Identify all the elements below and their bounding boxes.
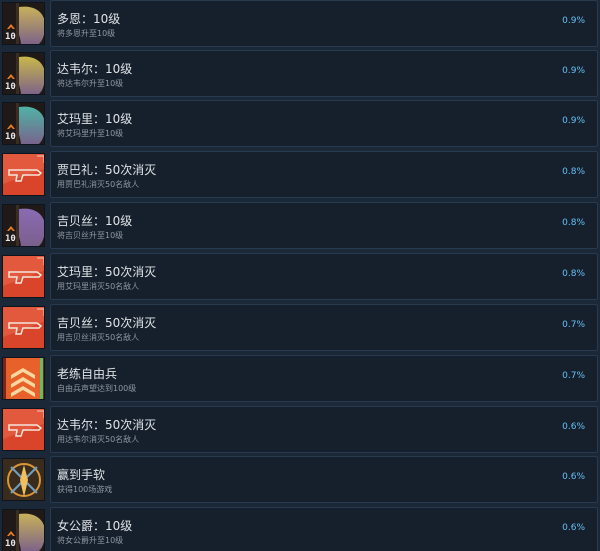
achievement-description: 将多恩升至10级 bbox=[57, 29, 116, 38]
achievement-description: 将达韦尔升至10级 bbox=[57, 79, 124, 88]
achievement-info: 艾玛里：10级将艾玛里升至10级 0.9% bbox=[50, 100, 598, 147]
level-icon: 10 bbox=[2, 52, 45, 95]
achievement-row[interactable]: 达韦尔：50次消灭用达韦尔消灭50名敌人 0.6% bbox=[0, 406, 600, 453]
achievement-row[interactable]: 10 达韦尔：10级将达韦尔升至10级 0.9% bbox=[0, 50, 600, 97]
achievement-description: 用艾玛里消灭50名敌人 bbox=[57, 282, 140, 291]
achievement-description: 用达韦尔消灭50名敌人 bbox=[57, 435, 140, 444]
unlock-percentage: 0.6% bbox=[562, 472, 585, 482]
achievement-description: 获得100场游戏 bbox=[57, 485, 113, 494]
achievement-info: 吉贝丝：10级将吉贝丝升至10级 0.8% bbox=[50, 202, 598, 249]
achievement-info: 老练自由兵自由兵声望达到100级 0.7% bbox=[50, 355, 598, 402]
achievement-title: 吉贝丝：50次消灭 bbox=[57, 316, 157, 330]
achievement-title: 达韦尔：10级 bbox=[57, 62, 133, 76]
achievement-row[interactable]: 10 艾玛里：10级将艾玛里升至10级 0.9% bbox=[0, 100, 600, 147]
weapon-kill-icon bbox=[2, 255, 45, 298]
achievement-description: 将吉贝丝升至10级 bbox=[57, 231, 124, 240]
weapon-kill-icon bbox=[2, 306, 45, 349]
achievement-info: 贾巴礼：50次消灭用贾巴礼消灭50名敌人 0.8% bbox=[50, 151, 598, 198]
unlock-percentage: 0.7% bbox=[562, 371, 585, 381]
achievement-row[interactable]: 吉贝丝：50次消灭用吉贝丝消灭50名敌人 0.7% bbox=[0, 304, 600, 351]
achievement-info: 多恩：10级将多恩升至10级 0.9% bbox=[50, 0, 598, 47]
achievement-list: 10 多恩：10级将多恩升至10级 0.9% 10 达韦尔：10级将达韦尔升至10级 0.… bbox=[0, 0, 600, 551]
trophy-emblem-icon bbox=[2, 458, 45, 501]
achievement-row[interactable]: 艾玛里：50次消灭用艾玛里消灭50名敌人 0.8% bbox=[0, 253, 600, 300]
level-label: 10 bbox=[5, 32, 16, 42]
achievement-title: 艾玛里：10级 bbox=[57, 112, 133, 126]
achievement-row[interactable]: 10 多恩：10级将多恩升至10级 0.9% bbox=[0, 0, 600, 47]
achievement-row[interactable]: 10 吉贝丝：10级将吉贝丝升至10级 0.8% bbox=[0, 202, 600, 249]
weapon-kill-icon bbox=[2, 153, 45, 196]
achievement-row[interactable]: 贾巴礼：50次消灭用贾巴礼消灭50名敌人 0.8% bbox=[0, 151, 600, 198]
achievement-description: 自由兵声望达到100级 bbox=[57, 384, 137, 393]
unlock-percentage: 0.9% bbox=[562, 116, 585, 126]
achievement-title: 贾巴礼：50次消灭 bbox=[57, 163, 157, 177]
level-label: 10 bbox=[5, 539, 16, 549]
achievement-title: 赢到手软 bbox=[57, 468, 106, 482]
unlock-percentage: 0.6% bbox=[562, 422, 585, 432]
achievement-row[interactable]: 老练自由兵自由兵声望达到100级 0.7% bbox=[0, 355, 600, 402]
achievement-title: 老练自由兵 bbox=[57, 367, 118, 381]
achievement-info: 达韦尔：50次消灭用达韦尔消灭50名敌人 0.6% bbox=[50, 406, 598, 453]
achievement-description: 将女公爵升至10级 bbox=[57, 536, 124, 545]
unlock-percentage: 0.8% bbox=[562, 218, 585, 228]
level-label: 10 bbox=[5, 234, 16, 244]
achievement-title: 艾玛里：50次消灭 bbox=[57, 265, 157, 279]
veteran-chevron-icon bbox=[2, 357, 45, 400]
level-label: 10 bbox=[5, 132, 16, 142]
weapon-kill-icon bbox=[2, 408, 45, 451]
level-icon: 10 bbox=[2, 509, 45, 551]
unlock-percentage: 0.8% bbox=[562, 269, 585, 279]
level-icon: 10 bbox=[2, 2, 45, 45]
unlock-percentage: 0.8% bbox=[562, 167, 585, 177]
unlock-percentage: 0.7% bbox=[562, 320, 585, 330]
achievement-row[interactable]: 10 女公爵：10级将女公爵升至10级 0.6% bbox=[0, 507, 600, 551]
achievement-info: 吉贝丝：50次消灭用吉贝丝消灭50名敌人 0.7% bbox=[50, 304, 598, 351]
achievement-description: 用吉贝丝消灭50名敌人 bbox=[57, 333, 140, 342]
achievement-info: 达韦尔：10级将达韦尔升至10级 0.9% bbox=[50, 50, 598, 97]
level-icon: 10 bbox=[2, 102, 45, 145]
achievement-info: 女公爵：10级将女公爵升至10级 0.6% bbox=[50, 507, 598, 551]
unlock-percentage: 0.9% bbox=[562, 16, 585, 26]
achievement-info: 艾玛里：50次消灭用艾玛里消灭50名敌人 0.8% bbox=[50, 253, 598, 300]
unlock-percentage: 0.6% bbox=[562, 523, 585, 533]
achievement-row[interactable]: 赢到手软获得100场游戏 0.6% bbox=[0, 456, 600, 503]
level-label: 10 bbox=[5, 82, 16, 92]
achievement-title: 多恩：10级 bbox=[57, 12, 121, 26]
achievement-description: 用贾巴礼消灭50名敌人 bbox=[57, 180, 140, 189]
unlock-percentage: 0.9% bbox=[562, 66, 585, 76]
achievement-info: 赢到手软获得100场游戏 0.6% bbox=[50, 456, 598, 503]
achievement-title: 女公爵：10级 bbox=[57, 519, 133, 533]
achievement-description: 将艾玛里升至10级 bbox=[57, 129, 124, 138]
achievement-title: 吉贝丝：10级 bbox=[57, 214, 133, 228]
achievement-title: 达韦尔：50次消灭 bbox=[57, 418, 157, 432]
level-icon: 10 bbox=[2, 204, 45, 247]
